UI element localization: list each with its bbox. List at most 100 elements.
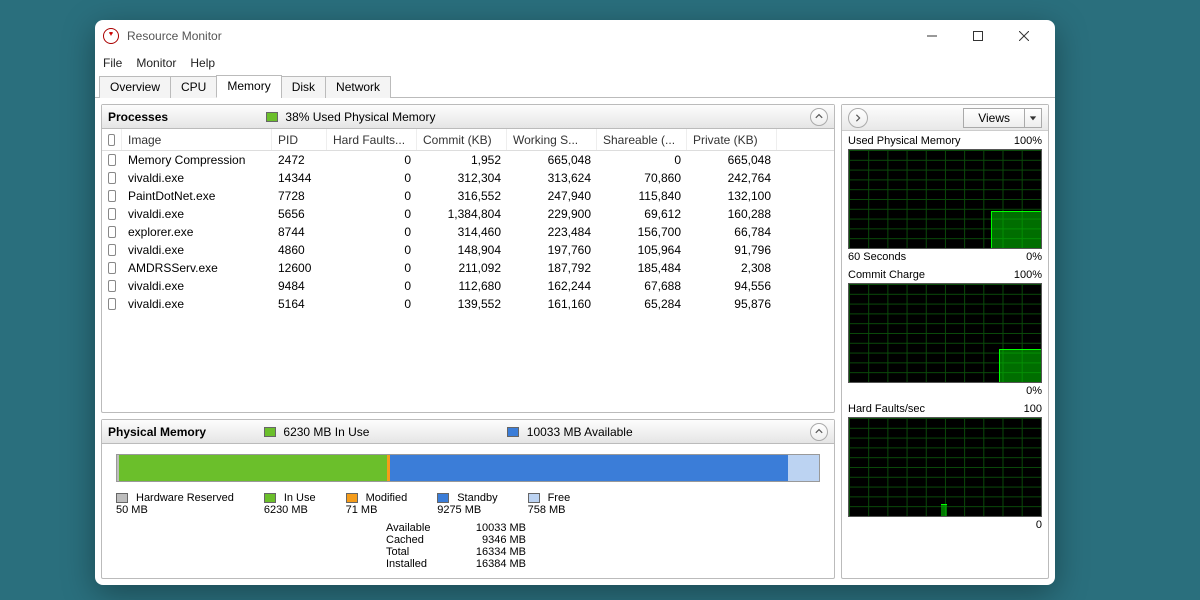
cell-private: 66,784 xyxy=(687,225,777,239)
legend-item-standby: Standby9275 MB xyxy=(437,492,497,516)
cell-image: vivaldi.exe xyxy=(122,279,272,293)
table-row[interactable]: AMDRSServ.exe126000211,092187,792185,484… xyxy=(102,259,834,277)
table-row[interactable]: Memory Compression247201,952665,0480665,… xyxy=(102,151,834,169)
maximize-button[interactable] xyxy=(955,20,1001,52)
column-shareable[interactable]: Shareable (... xyxy=(597,129,687,150)
column-private[interactable]: Private (KB) xyxy=(687,129,777,150)
table-row[interactable]: vivaldi.exe143440312,304313,62470,860242… xyxy=(102,169,834,187)
row-checkbox[interactable] xyxy=(108,190,116,202)
cell-image: vivaldi.exe xyxy=(122,243,272,257)
cell-shareable: 115,840 xyxy=(597,189,687,203)
chart-canvas xyxy=(848,149,1042,249)
legend-chip-icon xyxy=(116,493,128,503)
cell-shareable: 67,688 xyxy=(597,279,687,293)
process-table-body[interactable]: Memory Compression247201,952665,0480665,… xyxy=(102,151,834,412)
resource-monitor-window: Resource Monitor File Monitor Help Overv… xyxy=(95,20,1055,585)
row-checkbox[interactable] xyxy=(108,172,116,184)
cell-pid: 5656 xyxy=(272,207,327,221)
cell-working-set: 229,900 xyxy=(507,207,597,221)
cell-image: vivaldi.exe xyxy=(122,297,272,311)
tab-memory[interactable]: Memory xyxy=(216,75,281,98)
membar-segment-standby xyxy=(390,455,788,481)
close-button[interactable] xyxy=(1001,20,1047,52)
chart-hard-faults: Hard Faults/sec100 0 xyxy=(842,399,1048,533)
row-checkbox[interactable] xyxy=(108,154,116,166)
table-row[interactable]: vivaldi.exe565601,384,804229,90069,61216… xyxy=(102,205,834,223)
column-working-set[interactable]: Working S... xyxy=(507,129,597,150)
cell-image: AMDRSServ.exe xyxy=(122,261,272,275)
row-checkbox[interactable] xyxy=(108,262,116,274)
row-checkbox[interactable] xyxy=(108,244,116,256)
cell-commit: 1,384,804 xyxy=(417,207,507,221)
table-row[interactable]: vivaldi.exe94840112,680162,24467,68894,5… xyxy=(102,277,834,295)
cell-private: 242,764 xyxy=(687,171,777,185)
menu-file[interactable]: File xyxy=(103,56,122,70)
cell-private: 2,308 xyxy=(687,261,777,275)
cell-private: 665,048 xyxy=(687,153,777,167)
cell-image: explorer.exe xyxy=(122,225,272,239)
legend-item-in-use: In Use6230 MB xyxy=(264,492,316,516)
window-title: Resource Monitor xyxy=(127,29,222,43)
table-row[interactable]: PaintDotNet.exe77280316,552247,940115,84… xyxy=(102,187,834,205)
collapse-button[interactable] xyxy=(810,108,828,126)
cell-working-set: 161,160 xyxy=(507,297,597,311)
cell-private: 132,100 xyxy=(687,189,777,203)
column-commit[interactable]: Commit (KB) xyxy=(417,129,507,150)
processes-panel: Processes 38% Used Physical Memory Image… xyxy=(101,104,835,413)
physical-memory-panel: Physical Memory 6230 MB In Use 10033 MB … xyxy=(101,419,835,579)
cell-shareable: 69,612 xyxy=(597,207,687,221)
tab-disk[interactable]: Disk xyxy=(281,76,326,98)
collapse-button[interactable] xyxy=(810,423,828,441)
cell-image: vivaldi.exe xyxy=(122,207,272,221)
cell-working-set: 197,760 xyxy=(507,243,597,257)
column-hard-faults[interactable]: Hard Faults... xyxy=(327,129,417,150)
cell-image: PaintDotNet.exe xyxy=(122,189,272,203)
physmem-inuse: 6230 MB In Use xyxy=(264,425,369,439)
row-checkbox[interactable] xyxy=(108,298,116,310)
chart-canvas xyxy=(848,283,1042,383)
chart-commit-charge: Commit Charge100% 0% xyxy=(842,265,1048,399)
cell-private: 94,556 xyxy=(687,279,777,293)
cell-shareable: 156,700 xyxy=(597,225,687,239)
cell-image: vivaldi.exe xyxy=(122,171,272,185)
cell-shareable: 0 xyxy=(597,153,687,167)
processes-header[interactable]: Processes 38% Used Physical Memory xyxy=(102,105,834,129)
tab-cpu[interactable]: CPU xyxy=(170,76,217,98)
tab-overview[interactable]: Overview xyxy=(99,76,171,98)
menu-monitor[interactable]: Monitor xyxy=(136,56,176,70)
processes-summary: 38% Used Physical Memory xyxy=(266,110,435,124)
charts-nav-button[interactable] xyxy=(848,108,868,128)
physmem-available: 10033 MB Available xyxy=(507,425,632,439)
column-image[interactable]: Image xyxy=(122,129,272,150)
tab-bar: Overview CPU Memory Disk Network xyxy=(95,74,1055,98)
physmem-header[interactable]: Physical Memory 6230 MB In Use 10033 MB … xyxy=(102,420,834,444)
views-dropdown[interactable]: Views xyxy=(963,108,1042,128)
menu-help[interactable]: Help xyxy=(190,56,215,70)
cell-working-set: 247,940 xyxy=(507,189,597,203)
minimize-button[interactable] xyxy=(909,20,955,52)
column-checkbox[interactable] xyxy=(102,129,122,150)
table-row[interactable]: explorer.exe87440314,460223,484156,70066… xyxy=(102,223,834,241)
processes-title: Processes xyxy=(108,110,168,124)
cell-commit: 316,552 xyxy=(417,189,507,203)
tab-network[interactable]: Network xyxy=(325,76,391,98)
cell-commit: 139,552 xyxy=(417,297,507,311)
row-checkbox[interactable] xyxy=(108,226,116,238)
cell-pid: 2472 xyxy=(272,153,327,167)
column-pid[interactable]: PID xyxy=(272,129,327,150)
cell-shareable: 70,860 xyxy=(597,171,687,185)
chevron-down-icon xyxy=(1025,114,1041,122)
table-row[interactable]: vivaldi.exe51640139,552161,16065,28495,8… xyxy=(102,295,834,313)
cell-pid: 7728 xyxy=(272,189,327,203)
chart-canvas xyxy=(848,417,1042,517)
cell-pid: 4860 xyxy=(272,243,327,257)
titlebar[interactable]: Resource Monitor xyxy=(95,20,1055,52)
row-checkbox[interactable] xyxy=(108,280,116,292)
cell-private: 95,876 xyxy=(687,297,777,311)
cell-working-set: 665,048 xyxy=(507,153,597,167)
memory-bar xyxy=(116,454,820,482)
cell-shareable: 105,964 xyxy=(597,243,687,257)
table-row[interactable]: vivaldi.exe48600148,904197,760105,96491,… xyxy=(102,241,834,259)
legend-item-free: Free758 MB xyxy=(528,492,571,516)
row-checkbox[interactable] xyxy=(108,208,116,220)
